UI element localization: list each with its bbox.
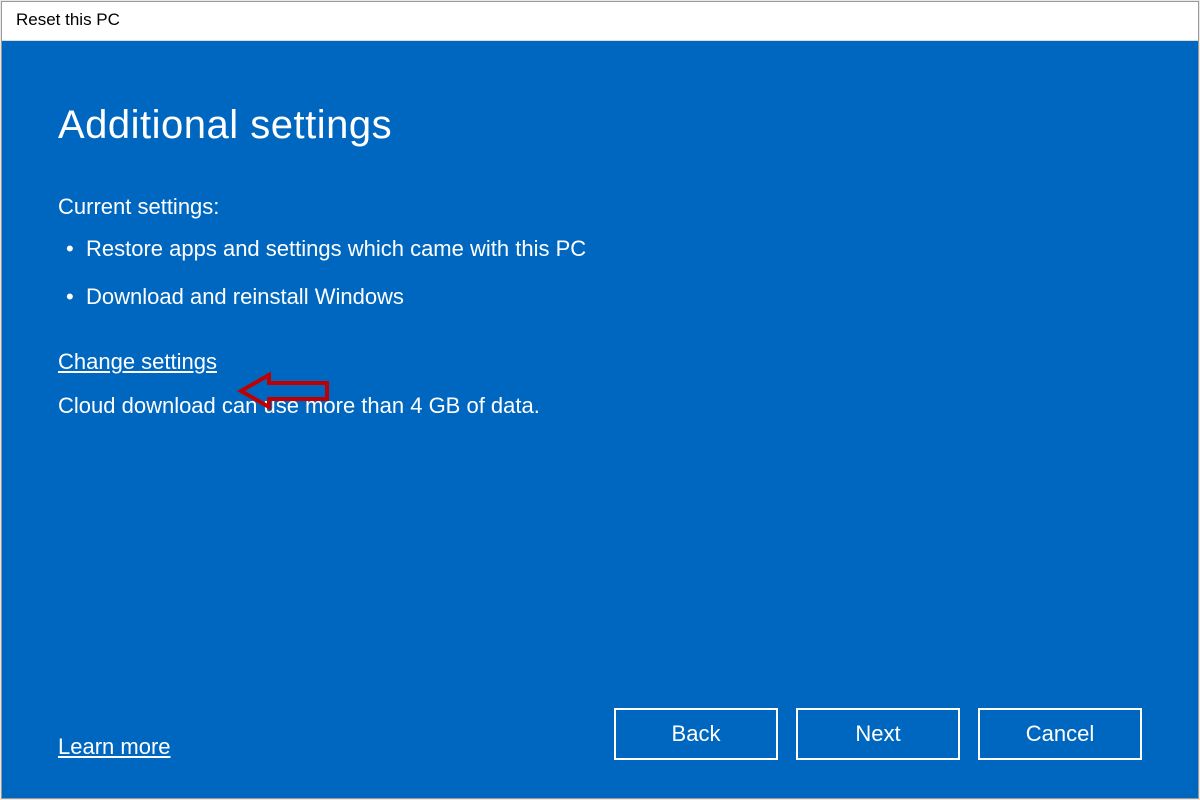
- page-heading: Additional settings: [58, 103, 1142, 148]
- list-item-text: Download and reinstall Windows: [86, 284, 404, 309]
- window-title: Reset this PC: [16, 10, 120, 29]
- dialog-footer: Learn more Back Next Cancel: [58, 708, 1142, 768]
- next-button[interactable]: Next: [796, 708, 960, 760]
- settings-list: Restore apps and settings which came wit…: [62, 234, 1142, 329]
- dialog-content: Additional settings Current settings: Re…: [2, 41, 1198, 798]
- button-row: Back Next Cancel: [614, 708, 1142, 760]
- window-titlebar: Reset this PC: [2, 2, 1198, 41]
- dialog-window: Reset this PC Additional settings Curren…: [1, 1, 1199, 799]
- list-item: Download and reinstall Windows: [62, 282, 1142, 312]
- cloud-download-note: Cloud download can use more than 4 GB of…: [58, 393, 1142, 419]
- learn-more-link[interactable]: Learn more: [58, 734, 171, 760]
- cancel-button[interactable]: Cancel: [978, 708, 1142, 760]
- current-settings-label: Current settings:: [58, 194, 1142, 220]
- back-button[interactable]: Back: [614, 708, 778, 760]
- change-settings-link[interactable]: Change settings: [58, 349, 1142, 375]
- list-item: Restore apps and settings which came wit…: [62, 234, 1142, 264]
- list-item-text: Restore apps and settings which came wit…: [86, 236, 586, 261]
